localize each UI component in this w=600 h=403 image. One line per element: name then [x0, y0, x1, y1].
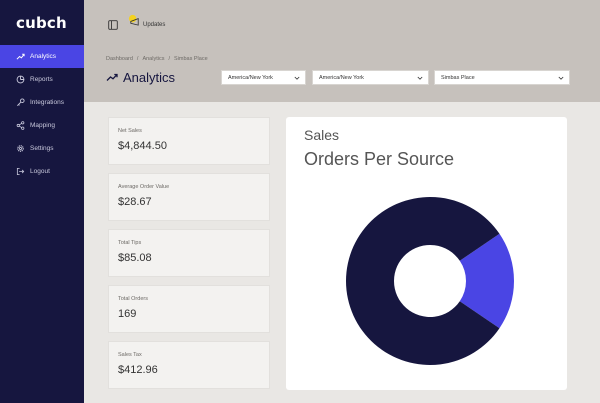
key-icon	[15, 98, 25, 108]
metric-value: $28.67	[118, 196, 152, 208]
sidebar-item-mapping[interactable]: Mapping	[0, 114, 84, 137]
sidebar-item-label: Reports	[30, 76, 53, 83]
top-bar: Updates	[84, 0, 600, 46]
metric-card-average-order-value: Average Order Value $28.67	[108, 173, 270, 221]
updates-button[interactable]: Updates	[128, 14, 165, 32]
metric-card-total-orders: Total Orders 169	[108, 285, 270, 333]
trend-icon	[15, 52, 25, 62]
orders-per-source-card: Sales Orders Per Source	[286, 117, 567, 390]
metric-value: $85.08	[118, 252, 152, 264]
select-value: America/New York	[228, 74, 273, 81]
metric-card-total-tips: Total Tips $85.08	[108, 229, 270, 277]
region-select[interactable]: America/New York	[312, 70, 429, 85]
metric-card-net-sales: Net Sales $4,844.50	[108, 117, 270, 165]
metric-value: $412.96	[118, 364, 158, 376]
sidebar-item-label: Mapping	[30, 122, 55, 129]
donut-chart	[346, 197, 514, 366]
sidebar: cubch Analytics Reports Integrations Map…	[0, 0, 84, 403]
chevron-down-icon	[558, 75, 564, 81]
gear-icon	[15, 144, 25, 154]
metric-label: Average Order Value	[118, 184, 170, 190]
timezone-select[interactable]: America/New York	[221, 70, 306, 85]
app-logo[interactable]: cubch	[16, 14, 67, 32]
chevron-down-icon	[294, 75, 300, 81]
metric-label: Sales Tax	[118, 352, 142, 358]
location-select[interactable]: Simbas Place	[434, 70, 570, 85]
megaphone-icon	[128, 14, 141, 32]
metric-value: 169	[118, 308, 137, 320]
sidebar-item-label: Logout	[30, 168, 50, 175]
breadcrumb-item: Simbas Place	[174, 56, 208, 62]
select-value: Simbas Place	[441, 74, 475, 81]
breadcrumb: Dashboard / Analytics / Simbas Place	[106, 56, 208, 62]
page-title-text: Analytics	[123, 70, 176, 85]
page-title: Analytics	[106, 70, 175, 85]
logout-icon	[15, 167, 25, 177]
sidebar-item-reports[interactable]: Reports	[0, 68, 84, 91]
sidebar-item-analytics[interactable]: Analytics	[0, 45, 84, 68]
page-header: Dashboard / Analytics / Simbas Place Ana…	[84, 46, 600, 102]
dashboard-content: Net Sales $4,844.50 Average Order Value …	[84, 102, 600, 403]
sidebar-item-integrations[interactable]: Integrations	[0, 91, 84, 114]
metric-label: Total Orders	[118, 296, 148, 302]
select-value: America/New York	[319, 74, 364, 81]
updates-label: Updates	[143, 22, 166, 28]
sidebar-item-label: Settings	[30, 145, 54, 152]
sidebar-item-label: Analytics	[30, 53, 57, 60]
metric-value: $4,844.50	[118, 140, 167, 152]
sidebar-item-logout[interactable]: Logout	[0, 160, 84, 183]
pie-icon	[15, 75, 25, 85]
sidebar-toggle-icon[interactable]	[108, 17, 118, 30]
sidebar-nav: Analytics Reports Integrations Mapping S…	[0, 45, 84, 183]
metric-card-sales-tax: Sales Tax $412.96	[108, 341, 270, 389]
share-icon	[15, 121, 25, 131]
metric-label: Total Tips	[118, 240, 142, 246]
metric-label: Net Sales	[118, 128, 142, 134]
sidebar-item-settings[interactable]: Settings	[0, 137, 84, 160]
trend-icon	[106, 70, 123, 85]
breadcrumb-separator: /	[168, 56, 170, 62]
breadcrumb-item[interactable]: Dashboard	[106, 56, 133, 62]
chevron-down-icon	[417, 75, 423, 81]
breadcrumb-item[interactable]: Analytics	[142, 56, 164, 62]
breadcrumb-separator: /	[136, 56, 139, 62]
sidebar-item-label: Integrations	[30, 99, 64, 106]
